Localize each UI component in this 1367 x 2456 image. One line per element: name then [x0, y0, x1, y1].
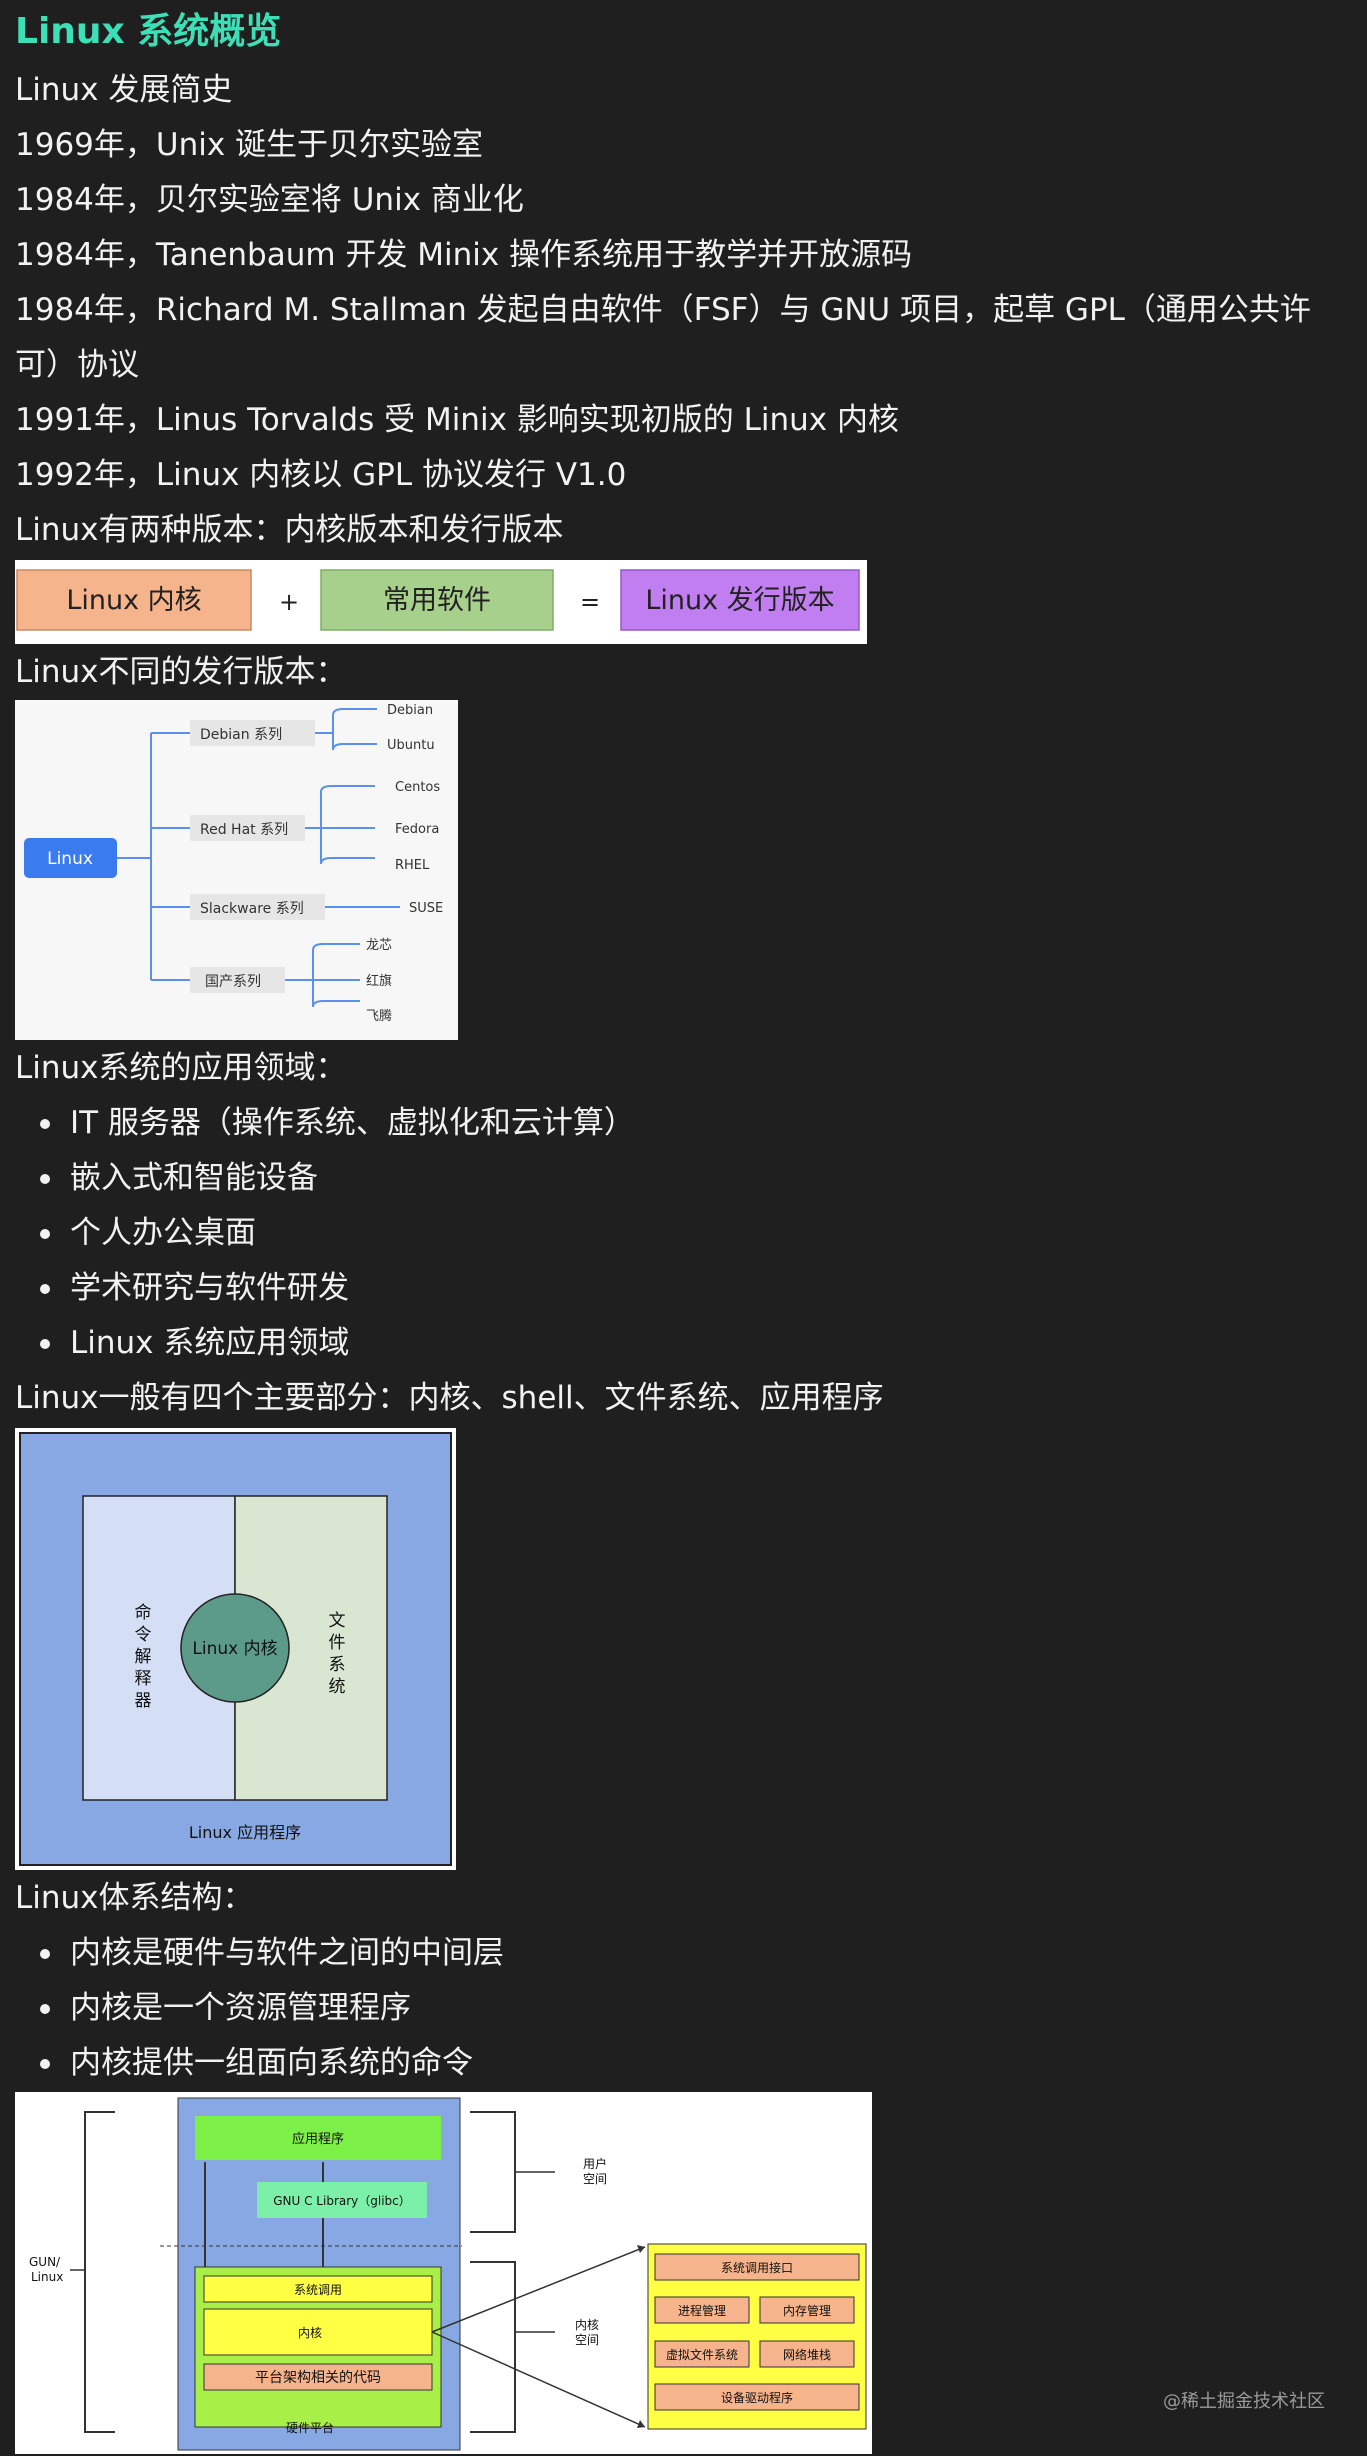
process-label: 进程管理	[678, 2303, 726, 2318]
vfs-label: 虚拟文件系统	[666, 2347, 738, 2362]
arch-item: 内核提供一组面向系统的命令	[40, 2036, 473, 2091]
distro-member: Fedora	[395, 822, 439, 837]
history-item: 1984年，贝尔实验室将 Unix 商业化	[15, 182, 524, 218]
domain-item: 学术研究与软件研发	[40, 1261, 349, 1316]
distro-member: 飞腾	[366, 1008, 392, 1024]
apps-label: Linux 应用程序	[189, 1823, 301, 1842]
distro-member: RHEL	[395, 858, 430, 873]
history-item: 1991年，Linus Torvalds 受 Minix 影响实现初版的 Lin…	[15, 402, 899, 438]
domain-item: Linux 系统应用领域	[39, 1316, 349, 1371]
history-heading: Linux 发展简史	[15, 72, 233, 108]
gnu-linux-label: GUN/Linux	[29, 2255, 63, 2284]
net-label: 网络堆栈	[783, 2347, 831, 2362]
distro-member: Ubuntu	[387, 738, 435, 753]
page-title: Linux 系统概览	[15, 11, 282, 52]
arch-heading: Linux体系结构：	[15, 1880, 254, 1916]
memory-label: 内存管理	[783, 2303, 831, 2318]
domains-heading: Linux系统的应用领域：	[15, 1050, 347, 1086]
parts-figure: Linux 内核 命令解释器 文件系统 Linux 应用程序	[15, 1428, 456, 1870]
family-label: Red Hat 系列	[200, 822, 288, 838]
plus-sign: +	[279, 588, 299, 616]
kernel-label: Linux 内核	[192, 1639, 277, 1659]
arch-item: 内核是一个资源管理程序	[40, 1981, 411, 2036]
distro-label: Linux 发行版本	[645, 585, 834, 616]
glibc-label: GNU C Library（glibc）	[273, 2194, 411, 2208]
domain-item: IT 服务器（操作系统、虚拟化和云计算）	[40, 1096, 635, 1151]
family-label: Debian 系列	[200, 727, 282, 743]
distro-member: Centos	[395, 780, 440, 795]
platform-code-label: 平台架构相关的代码	[255, 2370, 381, 2386]
syscall-label: 系统调用	[294, 2283, 342, 2297]
distro-member: Debian	[387, 703, 433, 718]
domain-item: 个人办公桌面	[40, 1206, 256, 1261]
apps-label: 应用程序	[292, 2131, 344, 2147]
syscall-iface-label: 系统调用接口	[721, 2260, 793, 2275]
kernel-label: Linux 内核	[66, 585, 201, 616]
drivers-label: 设备驱动程序	[721, 2390, 793, 2405]
user-space-label: 用户空间	[583, 2156, 607, 2186]
kernel-label: 内核	[298, 2326, 322, 2340]
history-item: 1984年，Richard M. Stallman 发起自由软件（FSF）与 G…	[15, 292, 1311, 328]
software-label: 常用软件	[383, 585, 491, 616]
history-item: 1992年，Linux 内核以 GPL 协议发行 V1.0	[15, 457, 627, 493]
equals-sign: =	[580, 588, 600, 616]
versions-figure: Linux 内核 + 常用软件 = Linux 发行版本	[15, 560, 867, 644]
history-item: 1969年，Unix 诞生于贝尔实验室	[15, 127, 484, 163]
shell-label: 命令解释器	[135, 1603, 152, 1711]
distro-member: 红旗	[366, 973, 392, 989]
versions-heading: Linux有两种版本：内核版本和发行版本	[15, 512, 564, 548]
history-item: 1984年，Tanenbaum 开发 Minix 操作系统用于教学并开放源码	[15, 237, 913, 273]
kernel-space-label: 内核空间	[575, 2318, 599, 2347]
parts-heading: Linux一般有四个主要部分：内核、shell、文件系统、应用程序	[15, 1380, 884, 1416]
family-label: Slackware 系列	[200, 901, 304, 917]
domain-item: 嵌入式和智能设备	[40, 1151, 318, 1206]
arch-figure: 应用程序 GNU C Library（glibc） 系统调用 内核 平台架构相关…	[15, 2092, 872, 2454]
distro-member: SUSE	[409, 901, 443, 916]
family-label: 国产系列	[205, 974, 261, 990]
distro-tree-figure: Linux Debian 系列 Red Hat 系列 Slackware 系列 …	[15, 700, 458, 1040]
distro-member: 龙芯	[366, 938, 392, 953]
watermark: @稀土掘金技术社区	[1163, 2391, 1325, 2412]
distros-heading: Linux不同的发行版本：	[15, 654, 347, 690]
distro-root-label: Linux	[47, 849, 93, 869]
arch-item: 内核是硬件与软件之间的中间层	[40, 1926, 504, 1981]
history-item-continued: 可）协议	[15, 347, 139, 383]
hardware-label: 硬件平台	[286, 2420, 334, 2435]
